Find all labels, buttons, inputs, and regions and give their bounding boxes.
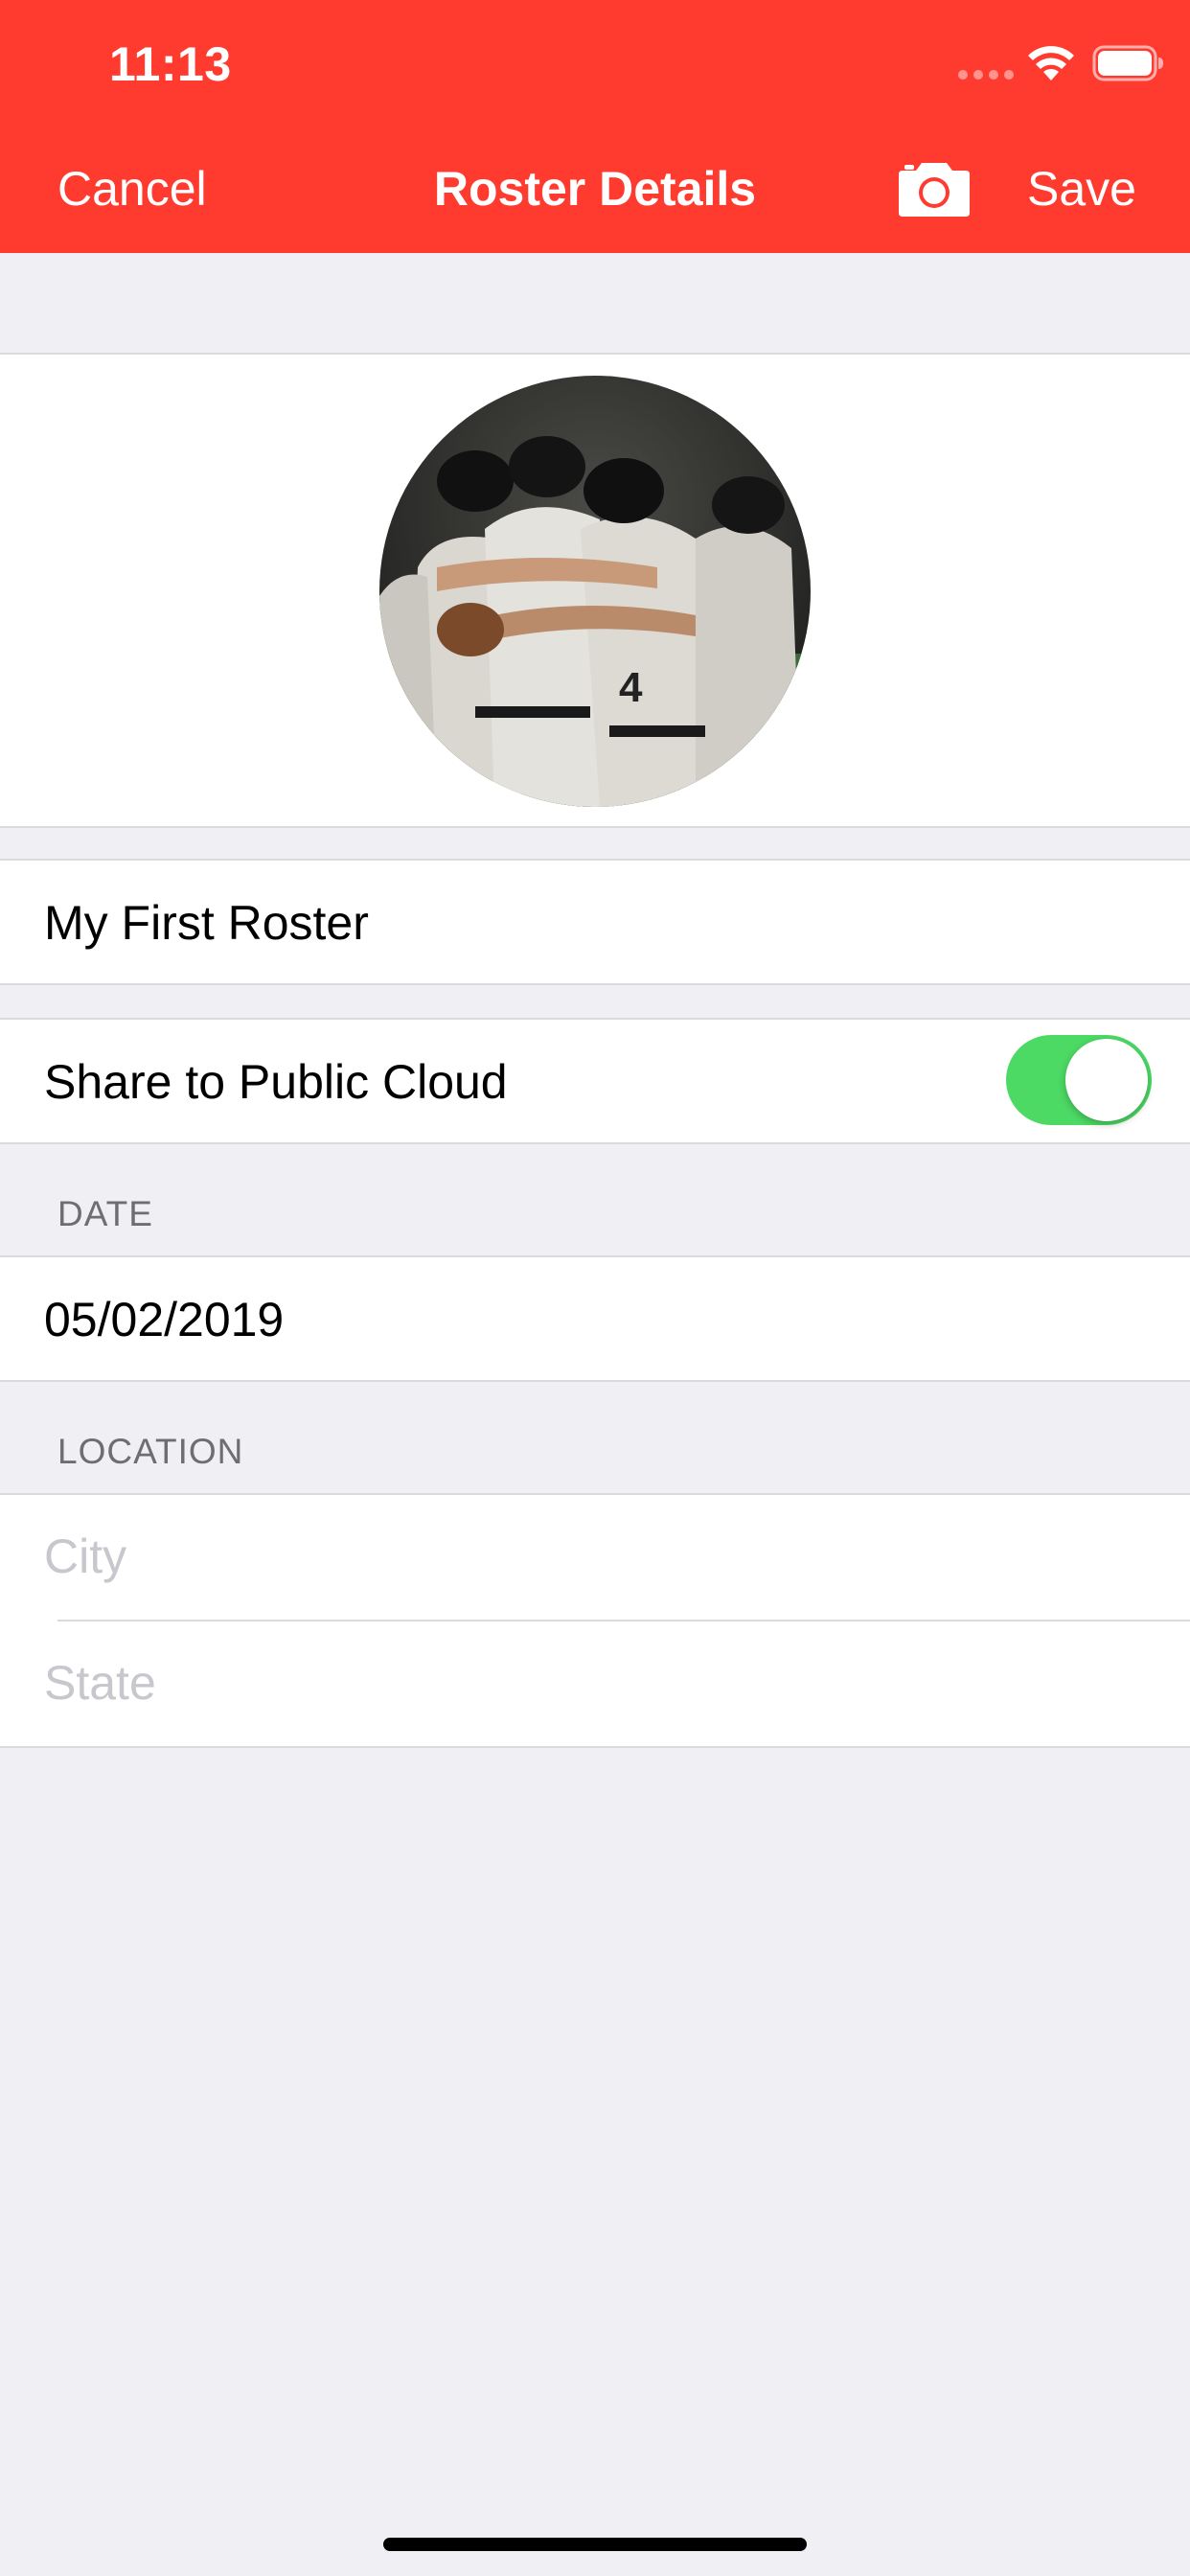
- wifi-icon: [1028, 46, 1074, 80]
- toggle-knob: [1065, 1039, 1148, 1121]
- city-field[interactable]: [44, 1528, 1146, 1585]
- save-button[interactable]: Save: [1027, 161, 1136, 217]
- date-value[interactable]: 05/02/2019: [44, 1296, 284, 1344]
- home-indicator[interactable]: [383, 2538, 807, 2551]
- cellular-signal-icon: [958, 70, 1016, 80]
- camera-icon[interactable]: [897, 157, 972, 218]
- share-toggle[interactable]: [1006, 1035, 1152, 1125]
- team-photo-image: 4: [379, 376, 811, 807]
- roster-photo[interactable]: 4: [379, 376, 811, 807]
- roster-details-screen: 11:13 Cancel Roster Details Save 4 My Fi…: [0, 0, 1190, 2576]
- battery-icon: [1092, 45, 1163, 81]
- roster-name-row[interactable]: My First Roster: [0, 859, 1190, 985]
- location-section-header: LOCATION: [57, 1432, 244, 1471]
- date-section-header: DATE: [57, 1194, 153, 1233]
- photo-section: 4: [0, 353, 1190, 828]
- svg-text:4: 4: [619, 664, 643, 711]
- divider: [57, 1620, 1190, 1622]
- share-row: Share to Public Cloud: [0, 1018, 1190, 1144]
- header-bar: 11:13 Cancel Roster Details Save: [0, 0, 1190, 253]
- date-row[interactable]: 05/02/2019: [0, 1255, 1190, 1382]
- location-group: [0, 1493, 1190, 1748]
- status-icons: [903, 0, 1190, 125]
- cancel-button[interactable]: Cancel: [57, 161, 207, 217]
- state-field[interactable]: [44, 1654, 1146, 1712]
- share-label: Share to Public Cloud: [44, 1055, 508, 1109]
- status-time: 11:13: [109, 37, 232, 91]
- roster-name-field[interactable]: My First Roster: [44, 899, 369, 947]
